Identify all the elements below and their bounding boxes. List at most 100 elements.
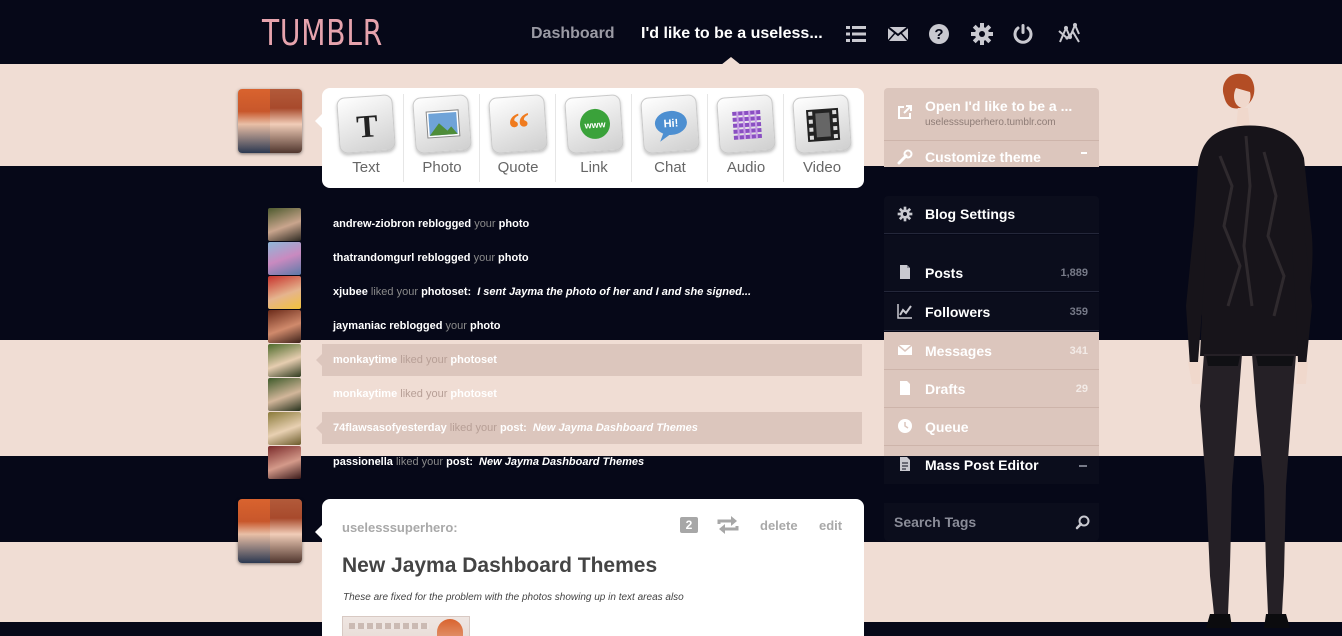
post-title: New Jayma Dashboard Themes — [342, 554, 658, 577]
post-image[interactable] — [342, 616, 470, 636]
sidebar-item-mass-post-editor[interactable]: Mass Post Editor — [884, 446, 1099, 484]
new-chat-post-button[interactable]: Hi! Chat — [632, 88, 708, 188]
sidebar-item-count: 341 — [1069, 345, 1088, 357]
activity-object[interactable]: post: — [446, 456, 473, 468]
new-text-post-button[interactable]: T Text — [328, 88, 404, 188]
edit-post-link[interactable]: edit — [819, 518, 842, 533]
power-icon[interactable] — [1011, 22, 1035, 46]
gear-icon[interactable] — [970, 22, 994, 46]
mail-icon[interactable] — [886, 22, 910, 46]
activity-user[interactable]: thatrandomgurl — [333, 252, 414, 264]
delete-post-link[interactable]: delete — [760, 518, 798, 533]
activity-item[interactable]: thatrandomgurl reblogged your photo — [322, 242, 862, 274]
sidebar-item-label: Messages — [925, 343, 992, 359]
new-quote-post-button[interactable]: “ Quote — [480, 88, 556, 188]
activity-object[interactable]: photo — [499, 218, 530, 230]
post-type-label: Audio — [726, 159, 766, 176]
sidebar-item-messages[interactable]: Messages 341 — [884, 332, 1099, 370]
new-photo-post-button[interactable]: Photo — [404, 88, 480, 188]
customize-theme-link[interactable]: Customize theme — [925, 149, 1041, 165]
activity-item[interactable]: andrew-ziobron reblogged your photo — [322, 208, 862, 240]
activity-user[interactable]: 74flawsasofyesterday — [333, 422, 447, 434]
sidebar-item-label: Posts — [925, 265, 964, 281]
reblog-icon[interactable] — [717, 515, 739, 535]
link-post-icon: www — [564, 94, 624, 154]
avatar[interactable] — [238, 499, 302, 563]
activity-avatar[interactable] — [268, 378, 301, 411]
activity-object[interactable]: photo — [498, 252, 529, 264]
tumblr-logo[interactable]: TUMBLR — [262, 14, 383, 54]
search-tags-input[interactable] — [894, 512, 1064, 532]
search-icon[interactable] — [1075, 514, 1091, 530]
list-icon[interactable] — [844, 22, 868, 46]
activity-user[interactable]: andrew-ziobron — [333, 218, 415, 230]
new-audio-post-button[interactable]: Audio — [708, 88, 784, 188]
new-link-post-button[interactable]: www Link — [556, 88, 632, 188]
blog-url[interactable]: uselesssuperhero.tumblr.com — [925, 117, 1056, 128]
sidebar-item-posts[interactable]: Posts 1,889 — [884, 254, 1099, 292]
nav-blog-link[interactable]: I'd like to be a useless... — [641, 25, 823, 43]
quote-post-icon: “ — [488, 94, 548, 154]
activity-user[interactable]: passionella — [333, 456, 393, 468]
activity-item[interactable]: monkaytime liked your photoset — [322, 378, 862, 410]
activity-item[interactable]: 74flawsasofyesterday liked your post: New… — [316, 412, 862, 444]
activity-avatar[interactable] — [268, 242, 301, 275]
search-tags-box — [884, 503, 1099, 541]
sidebar-item-label: Queue — [925, 419, 969, 435]
activity-avatar[interactable] — [268, 412, 301, 445]
activity-quote[interactable]: I sent Jayma the photo of her and I and … — [477, 286, 751, 298]
activity-user[interactable]: xjubee — [333, 286, 368, 298]
activity-object[interactable]: photo — [470, 320, 501, 332]
drafts-icon — [897, 380, 913, 396]
activity-avatar[interactable] — [268, 310, 301, 343]
post-author[interactable]: uselesssuperhero: — [342, 520, 458, 535]
sidebar-item-queue[interactable]: Queue — [884, 408, 1099, 446]
post-type-label: Photo — [422, 159, 462, 176]
sidebar-item-followers[interactable]: Followers 359 — [884, 293, 1099, 331]
chat-post-icon: Hi! — [640, 94, 700, 154]
activity-your: your — [425, 388, 448, 400]
avatar[interactable] — [238, 89, 302, 153]
post-notes-count[interactable]: 2 — [680, 517, 698, 533]
activity-object[interactable]: photoset: — [421, 286, 471, 298]
activity-avatar[interactable] — [268, 446, 301, 479]
sidebar-item-label: Followers — [925, 304, 991, 320]
blog-settings-link[interactable]: Blog Settings — [884, 196, 1099, 234]
help-icon[interactable]: ? — [927, 22, 951, 46]
sidebar-spacer — [884, 235, 1099, 254]
activity-user[interactable]: monkaytime — [333, 354, 397, 366]
activity-user[interactable]: jaymaniac — [333, 320, 386, 332]
posts-icon — [897, 264, 913, 280]
open-blog-link[interactable]: Open I'd like to be a ... — [925, 98, 1072, 114]
activity-object[interactable]: post: — [500, 422, 527, 434]
activity-object[interactable]: photoset — [450, 388, 496, 400]
activity-your: your — [473, 252, 495, 264]
activity-avatar[interactable] — [268, 344, 301, 377]
svg-text:Hi!: Hi! — [663, 117, 678, 130]
activity-item[interactable]: monkaytime liked your photoset — [316, 344, 862, 376]
activity-verb: reblogged — [417, 252, 471, 264]
activity-quote[interactable]: New Jayma Dashboard Themes — [479, 456, 644, 468]
activity-quote[interactable]: New Jayma Dashboard Themes — [533, 422, 698, 434]
radar-icon[interactable] — [1057, 22, 1081, 46]
activity-item[interactable]: xjubee liked your photoset: I sent Jayma … — [322, 276, 862, 308]
activity-user[interactable]: monkaytime — [333, 388, 397, 400]
activity-avatar[interactable] — [268, 276, 301, 309]
post-type-label: Quote — [497, 159, 539, 176]
arrow-icon — [1079, 465, 1087, 467]
text-post-icon: T — [336, 94, 396, 154]
external-link-icon — [897, 104, 913, 120]
sidebar-item-label: Drafts — [925, 381, 966, 397]
activity-verb: reblogged — [417, 218, 472, 230]
activity-item[interactable]: jaymaniac reblogged your photo — [322, 310, 862, 342]
activity-verb: liked — [395, 456, 419, 468]
nav-dashboard-link[interactable]: Dashboard — [531, 25, 615, 43]
wrench-icon — [897, 149, 913, 165]
activity-object[interactable]: photoset — [450, 354, 496, 366]
model-figure-image — [1186, 73, 1313, 628]
activity-avatar[interactable] — [268, 208, 301, 241]
sidebar-item-count: 359 — [1069, 306, 1088, 318]
new-video-post-button[interactable]: Video — [784, 88, 860, 188]
sidebar-item-drafts[interactable]: Drafts 29 — [884, 370, 1099, 408]
activity-item[interactable]: passionella liked your post: New Jayma Da… — [322, 446, 862, 478]
